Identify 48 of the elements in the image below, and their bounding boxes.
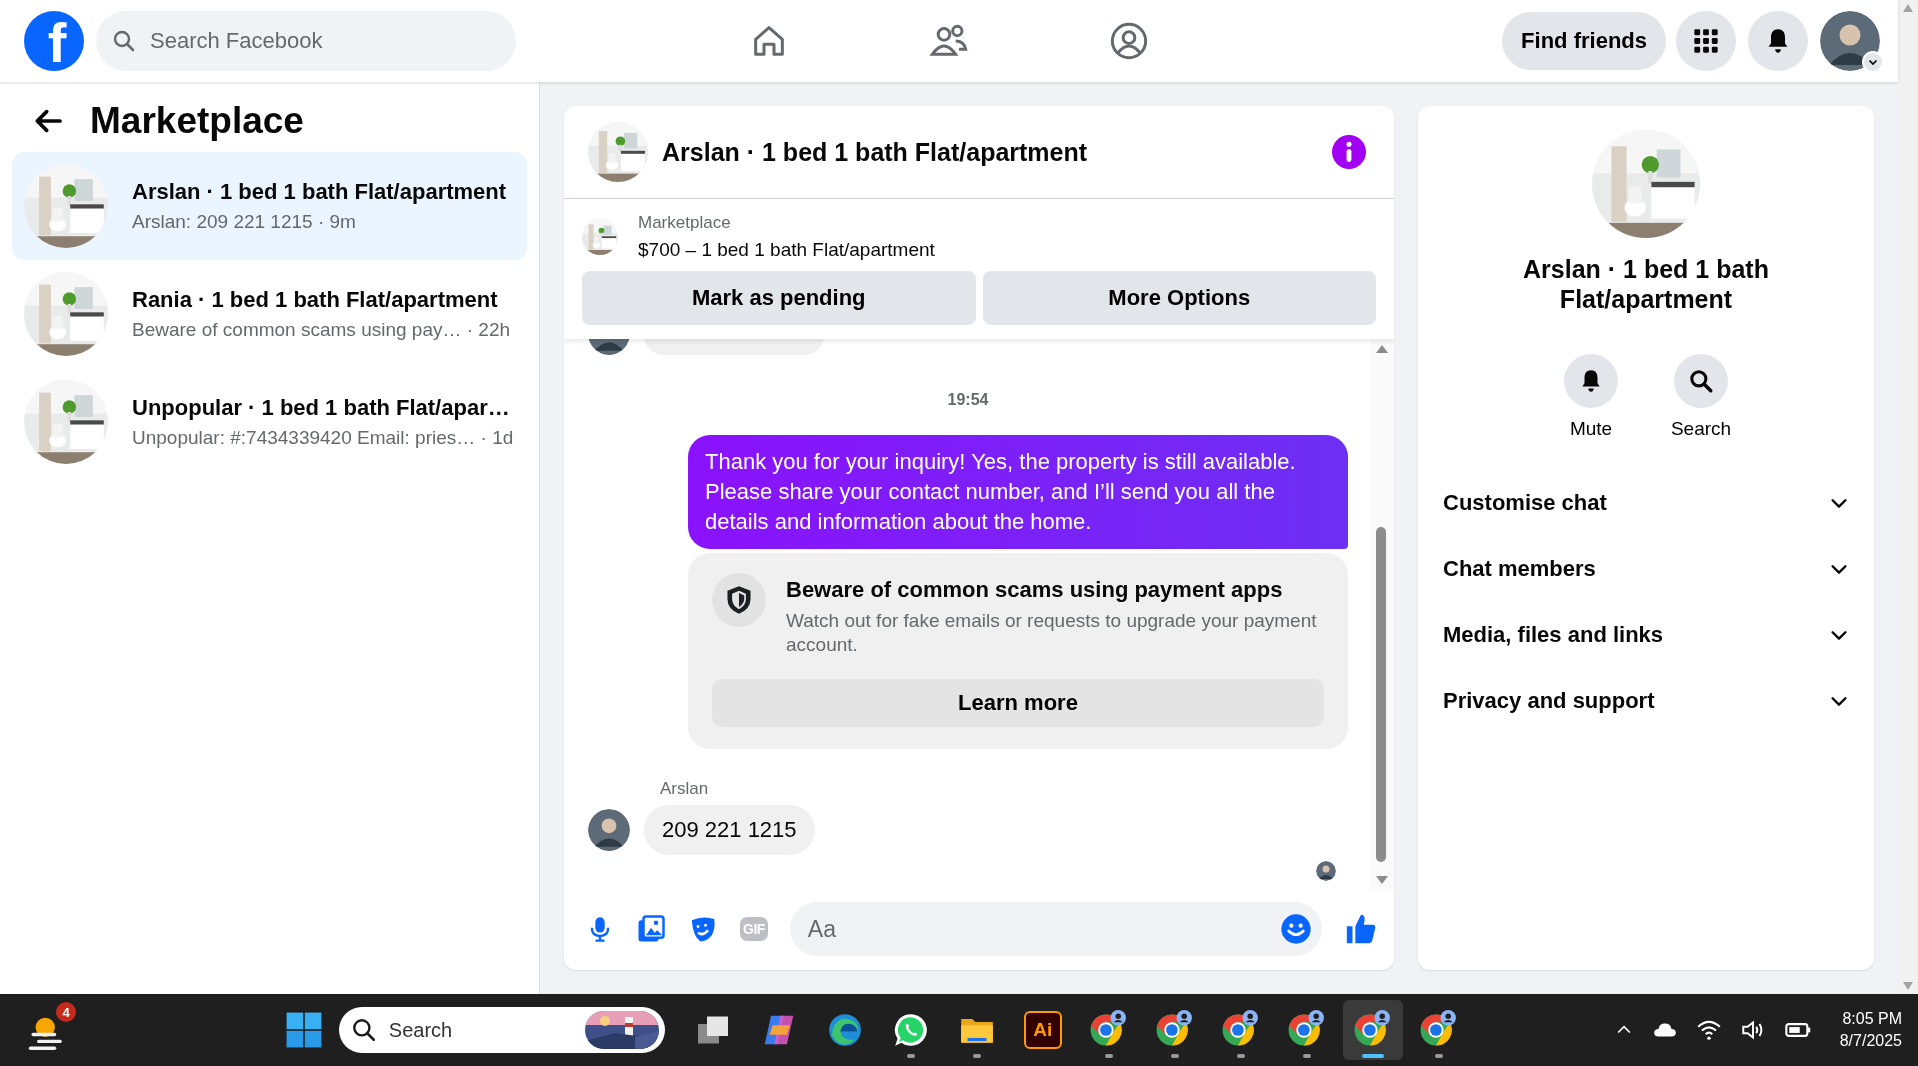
notification-badge: 4	[56, 1002, 76, 1022]
timestamp: 19:54	[947, 391, 989, 409]
search-button[interactable]: Search	[1666, 354, 1736, 440]
photo-icon[interactable]	[636, 914, 666, 944]
listing-source: Marketplace	[638, 213, 732, 233]
avatar	[1820, 11, 1880, 71]
sidebar-title: Marketplace	[90, 100, 304, 142]
sender-name: Arslan	[660, 779, 710, 799]
accordion-item[interactable]: Privacy and support	[1442, 668, 1850, 734]
conversation-item[interactable]: Unpopular · 1 bed 1 bath Flat/apar… Unpopular: #:7434339420 Email: pries… · 1d	[12, 368, 527, 476]
illustrator-icon: Ai	[1023, 1011, 1062, 1049]
search-icon	[350, 1017, 377, 1043]
accordion-item[interactable]: Chat members	[1442, 536, 1850, 602]
notice-text: Watch out for fake emails or requests to upgrade your payment account.	[786, 609, 1318, 657]
menu-button[interactable]	[1676, 11, 1736, 71]
taskbar-app[interactable]: Ai	[1012, 1000, 1073, 1060]
message-scrollbar[interactable]	[1370, 339, 1394, 890]
notice-title: Beware of common scams using payment apps	[786, 577, 1284, 603]
listing-action-button[interactable]: Mark as pending	[582, 271, 976, 325]
scroll-up-icon[interactable]	[1376, 345, 1388, 353]
conversation-item[interactable]: Arslan · 1 bed 1 bath Flat/apartment Arslan: 209 221 1215 · 9m	[12, 152, 527, 260]
mute-button[interactable]: Mute	[1556, 354, 1626, 440]
sent-message: Thank you for your inquiry! Yes, the property is still available. Please share your contact number, and I’ll send you all the details and information about the home.	[688, 435, 1348, 549]
avatar	[588, 809, 630, 851]
clock[interactable]: 8:05 PM 8/7/2025	[1839, 1008, 1902, 1052]
listing-title[interactable]: $700 – 1 bed 1 bath Flat/apartment	[638, 239, 935, 261]
scroll-down-icon[interactable]	[1376, 876, 1388, 884]
thumbs-up-icon[interactable]	[1344, 912, 1378, 946]
accordion-item[interactable]: Customise chat	[1442, 470, 1850, 536]
menu-icon	[1692, 27, 1720, 55]
avatar	[1316, 861, 1336, 881]
start-icon[interactable]	[284, 1011, 323, 1049]
received-message: 209 221 1215	[644, 805, 815, 855]
search-icon	[1688, 368, 1714, 394]
listing-action-button[interactable]: More Options	[982, 271, 1376, 325]
message-field[interactable]: Aa	[789, 902, 1322, 956]
accordion-item[interactable]: Media, files and links	[1442, 602, 1850, 668]
chat-title: Arslan · 1 bed 1 bath Flat/apartment	[662, 137, 1089, 167]
learn-more-button[interactable]: Learn more	[712, 679, 1324, 727]
profile-icon[interactable]	[1109, 21, 1150, 61]
details-title: Arslan · 1 bed 1 bath Flat/apartment	[1522, 254, 1770, 314]
conversation-item[interactable]: Rania · 1 bed 1 bath Flat/apartment Beware of common scams using pay… · 22h	[12, 260, 527, 368]
taskbar-app[interactable]	[1342, 1000, 1403, 1060]
find-friends-button[interactable]: Find friends	[1502, 12, 1666, 70]
info-icon[interactable]	[1332, 135, 1366, 169]
logo[interactable]: f	[24, 11, 84, 71]
emoji-icon[interactable]	[1280, 913, 1312, 945]
search-field[interactable]: Search Facebook	[96, 11, 516, 71]
